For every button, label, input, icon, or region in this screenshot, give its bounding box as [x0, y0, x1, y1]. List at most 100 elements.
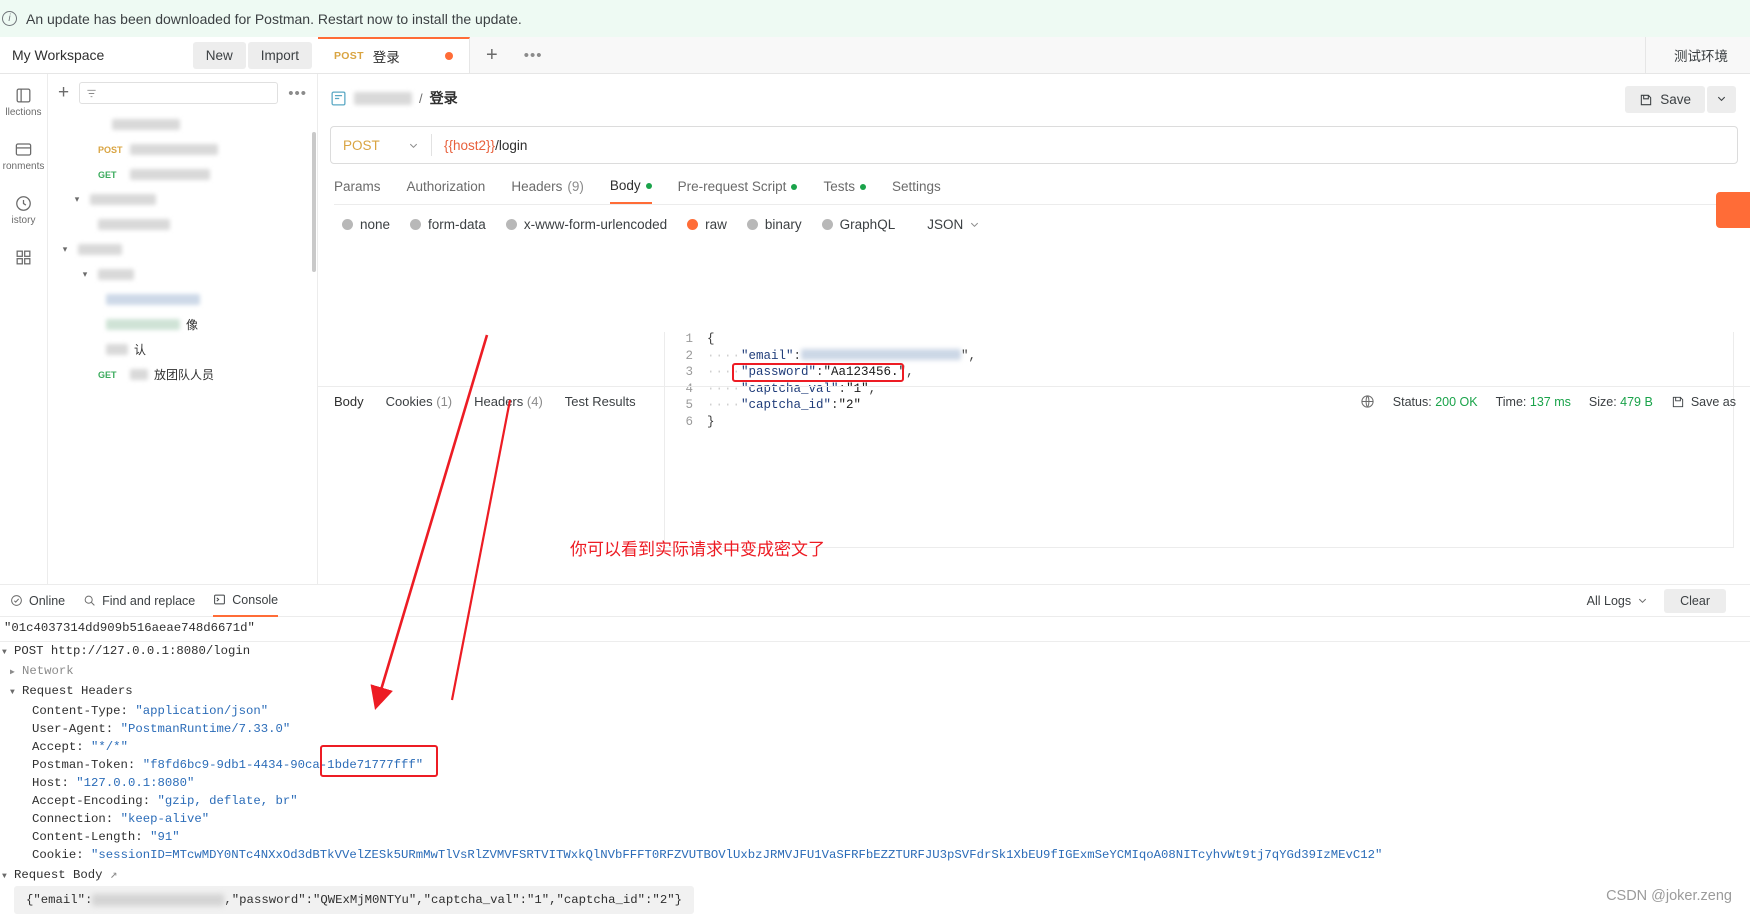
caret-right-icon[interactable]: ▶: [10, 664, 22, 682]
tree-row[interactable]: ▾: [56, 187, 317, 212]
sidebar-item-collections[interactable]: llections: [5, 86, 42, 118]
response-tab-test-results[interactable]: Test Results: [565, 394, 636, 409]
raw-format-select[interactable]: JSON: [927, 217, 980, 232]
online-status[interactable]: Online: [10, 585, 65, 617]
url-input[interactable]: {{host2}}/login: [432, 138, 1737, 153]
console-button[interactable]: Console: [213, 585, 279, 617]
clear-console-button[interactable]: Clear: [1664, 588, 1726, 613]
console-request-id: "01c4037314dd909b516aeae748d6671d": [0, 617, 1750, 642]
tree-row[interactable]: [56, 212, 317, 237]
tree-row[interactable]: GET 放团队人员: [56, 362, 317, 387]
response-tab-body[interactable]: Body: [334, 394, 364, 409]
log-level-label: All Logs: [1586, 593, 1632, 608]
console-request-body-group[interactable]: ▼ Request Body ↗: [0, 866, 1750, 886]
send-button[interactable]: [1716, 192, 1750, 228]
body-type-form-data[interactable]: form-data: [410, 217, 486, 232]
request-pane: / 登录 Save POST {{host2}}/login Params Au…: [318, 74, 1750, 584]
body-type-none[interactable]: none: [342, 217, 390, 232]
sidebar-item-apps[interactable]: [14, 248, 33, 267]
response-tab-cookies[interactable]: Cookies (1): [386, 394, 452, 409]
header-value: "91": [150, 830, 180, 844]
environment-selector[interactable]: 测试环境: [1645, 37, 1750, 73]
code-line: 1{: [665, 332, 1733, 349]
console-network-label: Network: [22, 664, 74, 678]
radio-icon: [687, 219, 699, 230]
tab-params[interactable]: Params: [334, 178, 381, 204]
breadcrumb-folder[interactable]: [354, 91, 412, 105]
caret-down-icon[interactable]: ▼: [10, 684, 22, 702]
collections-icon: [16, 88, 31, 103]
url-row: POST {{host2}}/login: [330, 126, 1738, 164]
new-button[interactable]: New: [192, 41, 246, 69]
body-type-graphql[interactable]: GraphQL: [821, 217, 895, 232]
tab-label: Params: [334, 179, 381, 194]
header-key: Host:: [32, 776, 69, 790]
response-tab-count: (4): [526, 394, 543, 409]
header-key: Content-Type:: [32, 704, 128, 718]
console-header-row: Postman-Token: "f8fd6bc9-9db1-4434-90ca-…: [0, 756, 1750, 774]
console-network-group[interactable]: ▶ Network: [0, 662, 1750, 682]
console-request-body-value: {"email": ,"password":"QWExMjM0NTYu","cap…: [14, 886, 694, 914]
sidebar-scrollbar[interactable]: [312, 132, 316, 272]
tab-label: Settings: [891, 179, 941, 194]
modified-dot-icon: [645, 182, 652, 189]
radio-icon: [821, 219, 833, 230]
caret-down-icon[interactable]: ▼: [2, 644, 14, 662]
sidebar-new-button[interactable]: +: [58, 82, 69, 104]
request-tab-login[interactable]: POST 登录: [318, 37, 470, 73]
body-type-raw[interactable]: raw: [687, 217, 727, 232]
header-value: "gzip, deflate, br": [157, 794, 298, 808]
tree-row[interactable]: [56, 112, 317, 137]
log-level-select[interactable]: All Logs: [1587, 585, 1648, 617]
console-request-line[interactable]: ▼ POST http://127.0.0.1:8080/login: [0, 642, 1750, 662]
external-link-icon[interactable]: ↗: [110, 868, 117, 882]
tree-row[interactable]: ▾: [56, 262, 317, 287]
sidebar-filter-input[interactable]: [79, 82, 279, 104]
tab-settings[interactable]: Settings: [892, 178, 941, 204]
import-button[interactable]: Import: [247, 41, 312, 69]
line-number: 2: [685, 348, 693, 363]
body-suffix: ,"captcha_val":"1","captcha_id":"2"}: [416, 893, 682, 907]
console-request-headers-group[interactable]: ▼ Request Headers: [0, 682, 1750, 702]
sidebar-more-button[interactable]: •••: [288, 85, 307, 102]
tree-row[interactable]: [56, 287, 317, 312]
tab-body[interactable]: Body: [609, 178, 652, 204]
body-mid: ,"password":: [224, 893, 313, 907]
tab-authorization[interactable]: Authorization: [407, 178, 486, 204]
tree-row[interactable]: 认: [56, 337, 317, 362]
body-type-urlencoded[interactable]: x-www-form-urlencoded: [505, 217, 667, 232]
new-tab-button[interactable]: +: [470, 37, 514, 73]
save-dropdown-button[interactable]: [1707, 86, 1736, 113]
save-button[interactable]: Save: [1625, 86, 1705, 113]
body-editor[interactable]: 1{ 2 ···· "email": ", 3 ···· "password": "Aa12…: [664, 332, 1734, 548]
tree-row[interactable]: ▾: [56, 237, 317, 262]
body-type-binary[interactable]: binary: [746, 217, 802, 232]
tree-row[interactable]: POST: [56, 137, 317, 162]
sidebar-item-environments[interactable]: ronments: [3, 140, 44, 172]
tree-row[interactable]: 像: [56, 312, 317, 337]
breadcrumb: / 登录: [318, 74, 1750, 108]
header-value: "127.0.0.1:8080": [76, 776, 195, 790]
password-plaintext-highlight: [732, 363, 904, 382]
body-encrypted-password: "QWExMjM0NTYu": [312, 893, 417, 907]
collections-tree: POST GET ▾ ▾ ▾ 像 认 GET 放团队人员: [48, 112, 317, 387]
http-method-select[interactable]: POST: [331, 138, 431, 153]
console-log[interactable]: "01c4037314dd909b516aeae748d6671d" ▼ POST…: [0, 617, 1750, 918]
tab-headers[interactable]: Headers (9): [511, 178, 584, 204]
tab-pre-request-script[interactable]: Pre-request Script: [678, 178, 798, 204]
status-badge: Status: 200 OK: [1393, 395, 1478, 409]
tab-more-button[interactable]: •••: [514, 37, 553, 73]
caret-down-icon[interactable]: ▼: [2, 868, 14, 886]
tab-tests[interactable]: Tests: [823, 178, 866, 204]
response-tab-headers[interactable]: Headers (4): [474, 394, 543, 409]
header-value: "keep-alive": [120, 812, 210, 826]
tree-row[interactable]: GET: [56, 162, 317, 187]
body-type-label: binary: [764, 217, 802, 232]
console-request-headers-label: Request Headers: [22, 684, 133, 698]
terminal-icon: [214, 594, 226, 605]
tab-strip: POST 登录 + ••• 测试环境: [318, 37, 1750, 74]
sidebar-item-history[interactable]: istory: [12, 194, 35, 226]
find-and-replace-button[interactable]: Find and replace: [83, 585, 195, 617]
workspace-name[interactable]: My Workspace: [0, 47, 104, 63]
save-response-button[interactable]: Save as: [1671, 395, 1736, 409]
